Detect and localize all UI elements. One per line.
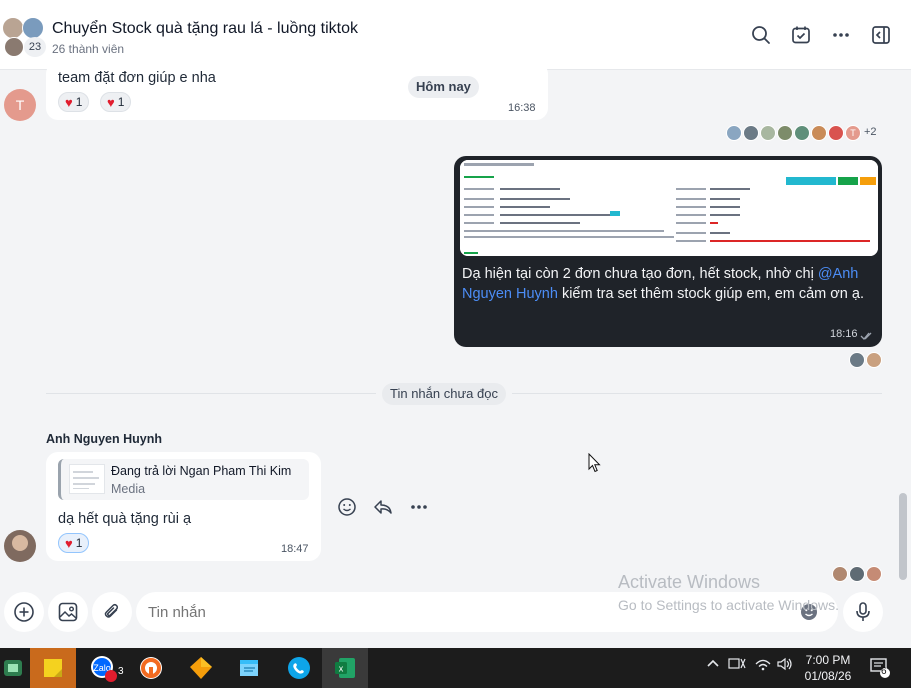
action-center-count: 6	[881, 666, 887, 677]
reply-subtitle: Media	[111, 482, 146, 496]
avatar	[777, 125, 793, 141]
unread-divider-label: Tin nhắn chưa đọc	[382, 383, 506, 405]
chat-header: 23 Chuyển Stock quà tặng rau lá - luồng …	[0, 0, 911, 70]
avatar	[832, 566, 848, 582]
avatar[interactable]	[4, 530, 36, 562]
avatar	[849, 352, 865, 368]
sticky-notes-icon[interactable]	[30, 648, 76, 688]
avatar	[726, 125, 742, 141]
message-text: dạ hết quà tặng rùi ạ	[58, 511, 192, 527]
reaction-count: 1	[75, 95, 83, 109]
reaction-count: 1	[117, 95, 125, 109]
clock-date: 01/08/26	[804, 669, 852, 683]
heart-icon: ♥	[65, 94, 73, 110]
add-button[interactable]	[4, 592, 44, 632]
action-center-icon[interactable]: 6	[868, 656, 890, 681]
more-actions-button[interactable]	[406, 494, 432, 520]
reply-button[interactable]	[370, 494, 396, 520]
reaction-pill[interactable]: ♥ 1	[58, 533, 90, 553]
wifi-icon[interactable]	[754, 657, 772, 674]
avatar: T	[845, 125, 861, 141]
message-text-part: Dạ hiện tại còn 2 đơn chưa tạo đơn, hết …	[462, 266, 818, 282]
notification-badge: 3	[118, 666, 124, 677]
media-thumbnail	[69, 464, 105, 494]
avatar	[794, 125, 810, 141]
clock-time: 7:00 PM	[805, 653, 851, 667]
seen-more-count: +2	[864, 126, 877, 138]
reaction-pill[interactable]: ♥ 1	[58, 92, 90, 112]
chat-title[interactable]: Chuyển Stock quà tặng rau lá - luồng tik…	[52, 20, 358, 38]
activation-watermark-subtitle: Go to Settings to activate Windows.	[618, 597, 839, 613]
excel-icon[interactable]: x	[322, 648, 368, 688]
mouse-cursor-icon	[588, 452, 602, 478]
language-icon[interactable]	[728, 657, 746, 674]
microphone-button[interactable]	[843, 592, 883, 632]
scrollbar[interactable]	[899, 493, 907, 580]
system-clock[interactable]: 7:00 PM 01/08/26	[800, 652, 856, 684]
sidebar-toggle-icon[interactable]	[868, 22, 894, 48]
volume-icon[interactable]	[776, 657, 794, 674]
more-options-icon[interactable]	[828, 22, 854, 48]
taskbar-app-icon[interactable]	[0, 648, 26, 688]
avatar	[743, 125, 759, 141]
seen-avatars[interactable]	[849, 352, 883, 368]
chevron-up-icon[interactable]	[706, 657, 720, 674]
sender-name[interactable]: Anh Nguyen Huynh	[46, 432, 162, 446]
reaction-pill[interactable]: ♥ 1	[100, 92, 132, 112]
message-time: 18:47	[281, 543, 309, 555]
member-count[interactable]: 26 thành viên	[52, 42, 124, 56]
divider	[46, 393, 376, 394]
member-avatar	[2, 17, 24, 39]
message-time: 16:38	[508, 102, 536, 114]
notepad-icon[interactable]	[226, 648, 272, 688]
double-check-icon	[860, 328, 874, 346]
activation-watermark-title: Activate Windows	[618, 572, 761, 592]
date-chip: Hôm nay	[408, 76, 479, 98]
seen-avatars[interactable]: T +2	[726, 125, 886, 141]
attach-button[interactable]	[92, 592, 132, 632]
calendar-check-icon[interactable]	[788, 22, 814, 48]
member-avatar	[22, 17, 44, 39]
message-text: team đặt đơn giúp e nha	[58, 70, 216, 86]
seen-avatars[interactable]	[832, 566, 884, 582]
avatar	[866, 566, 882, 582]
attached-screenshot[interactable]	[460, 160, 878, 256]
message-text: Dạ hiện tại còn 2 đơn chưa tạo đơn, hết …	[462, 264, 874, 304]
group-avatar[interactable]: 23	[2, 15, 46, 57]
reaction-count: 1	[75, 536, 83, 550]
browser-icon[interactable]	[128, 648, 174, 688]
avatar[interactable]: T	[4, 89, 36, 121]
skype-icon[interactable]	[276, 648, 322, 688]
svg-text:x: x	[339, 664, 344, 674]
reply-quote[interactable]: Đang trả lời Ngan Pham Thi Kim Media	[58, 459, 309, 500]
avatar-count: 23	[24, 37, 46, 57]
avatar	[811, 125, 827, 141]
divider	[512, 393, 882, 394]
avatar	[866, 352, 882, 368]
member-avatar	[4, 37, 24, 57]
image-button[interactable]	[48, 592, 88, 632]
heart-icon: ♥	[65, 535, 73, 551]
heart-icon: ♥	[107, 94, 115, 110]
message-text-part: kiểm tra set thêm stock giúp em, em cảm …	[557, 286, 864, 302]
react-button[interactable]	[334, 494, 360, 520]
search-icon[interactable]	[748, 22, 774, 48]
avatar	[828, 125, 844, 141]
avatar	[760, 125, 776, 141]
message-time: 18:16	[830, 328, 858, 340]
zalo-icon[interactable]: Zalo 3	[80, 648, 126, 688]
app-icon[interactable]	[178, 648, 224, 688]
avatar	[849, 566, 865, 582]
reply-title: Đang trả lời Ngan Pham Thi Kim	[111, 464, 292, 478]
